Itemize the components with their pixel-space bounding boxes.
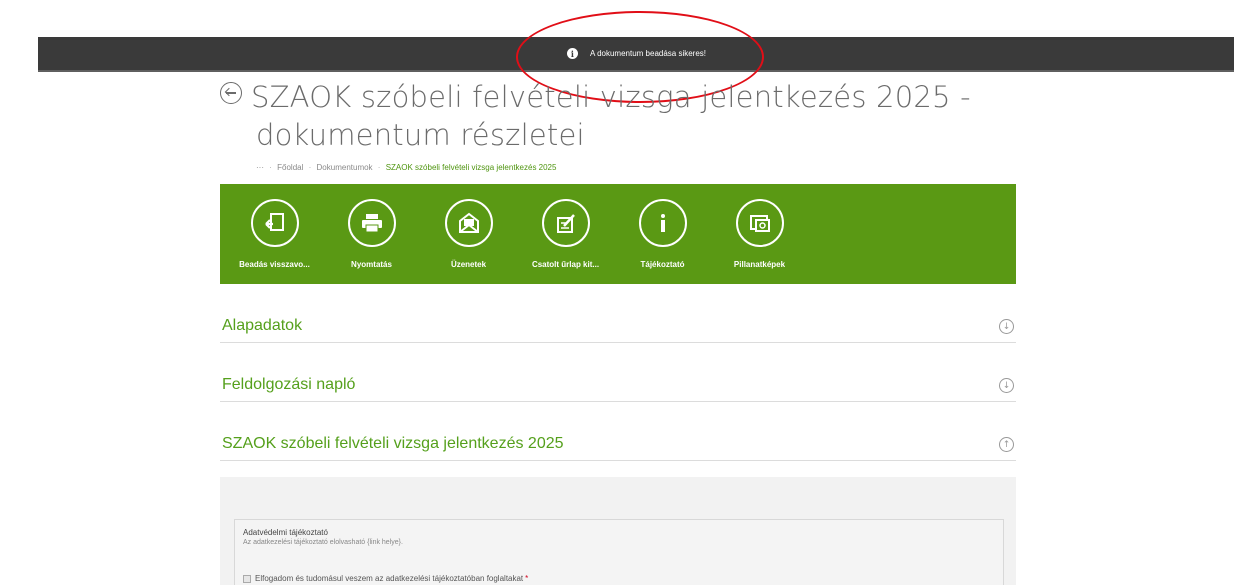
breadcrumb-documents[interactable]: Dokumentumok — [317, 163, 373, 172]
privacy-notice: Adatvédelmi tájékoztató Az adatkezelési … — [234, 519, 1004, 585]
info-label: Tájékoztató — [640, 260, 685, 269]
page-title-line2: dokumentum részletei — [256, 118, 585, 152]
breadcrumb: ··· · Főoldal · Dokumentumok · SZAOK szó… — [256, 163, 557, 172]
messages-icon — [444, 199, 493, 247]
print-label: Nyomtatás — [351, 260, 392, 269]
info-button[interactable]: Tájékoztató — [614, 184, 711, 284]
messages-label: Üzenetek — [450, 260, 487, 269]
consent-row[interactable]: Elfogadom és tudomásul veszem az adatkez… — [243, 574, 528, 583]
breadcrumb-ellipsis[interactable]: ··· — [256, 163, 264, 172]
snapshot-icon — [735, 199, 784, 247]
collapse-up-icon[interactable]: ↑ — [999, 437, 1014, 452]
info-icon: i — [566, 48, 578, 59]
consent-label: Elfogadom és tudomásul veszem az adatkez… — [255, 574, 524, 583]
withdraw-button[interactable]: Beadás visszavo... — [226, 184, 323, 284]
privacy-title: Adatvédelmi tájékoztató — [243, 528, 328, 537]
action-toolbar: Beadás visszavo... Nyomtatás Üzenetek Cs… — [220, 184, 1016, 284]
snapshot-label: Pillanatképek — [733, 260, 786, 269]
attached-form-label: Csatolt űrlap kit... — [531, 260, 600, 269]
attached-form-button[interactable]: Csatolt űrlap kit... — [517, 184, 614, 284]
breadcrumb-home[interactable]: Főoldal — [277, 163, 303, 172]
page-title: SZAOK szóbeli felvételi vizsga jelentkez… — [220, 78, 1020, 154]
expand-down-icon[interactable]: ↓ — [999, 378, 1014, 393]
back-arrow-icon[interactable] — [220, 82, 242, 104]
consent-checkbox[interactable] — [243, 574, 251, 583]
privacy-subtitle: Az adatkezelési tájékoztató elolvasható … — [243, 539, 403, 546]
info-icon — [638, 199, 687, 247]
section-title: SZAOK szóbeli felvételi vizsga jelentkez… — [222, 435, 564, 452]
withdraw-icon — [250, 199, 299, 247]
notification-message: A dokumentum beadása sikeres! — [589, 49, 707, 58]
print-button[interactable]: Nyomtatás — [323, 184, 420, 284]
withdraw-label: Beadás visszavo... — [239, 260, 310, 269]
snapshot-button[interactable]: Pillanatképek — [711, 184, 808, 284]
section-feldolgozasi-naplo[interactable]: Feldolgozási napló ↓ — [220, 372, 1016, 402]
section-title: Feldolgozási napló — [222, 376, 356, 393]
attached-form-icon — [541, 199, 590, 247]
messages-button[interactable]: Üzenetek — [420, 184, 517, 284]
section-alapadatok[interactable]: Alapadatok ↓ — [220, 313, 1016, 343]
breadcrumb-current: SZAOK szóbeli felvételi vizsga jelentkez… — [385, 163, 557, 172]
notification-bar: i A dokumentum beadása sikeres! — [38, 37, 1234, 72]
required-mark: * — [525, 574, 529, 583]
section-szaok-jelentkezes[interactable]: SZAOK szóbeli felvételi vizsga jelentkez… — [220, 431, 1016, 461]
section-title: Alapadatok — [222, 317, 303, 334]
expand-down-icon[interactable]: ↓ — [999, 319, 1014, 334]
form-area: Adatvédelmi tájékoztató Az adatkezelési … — [220, 477, 1016, 585]
page-title-line1: SZAOK szóbeli felvételi vizsga jelentkez… — [251, 80, 971, 114]
print-icon — [347, 199, 396, 247]
